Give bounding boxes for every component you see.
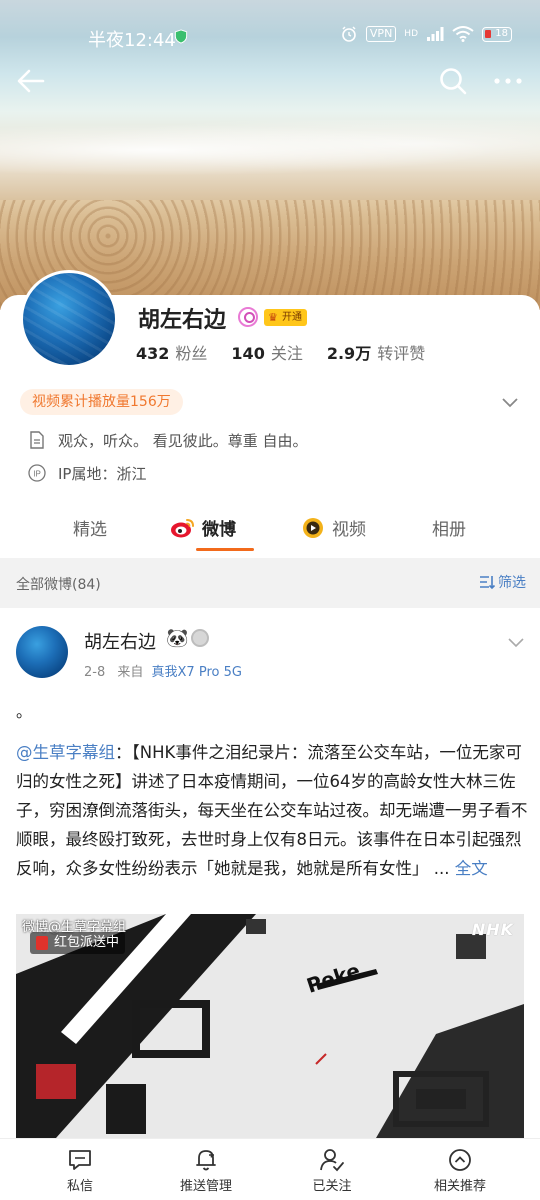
video-icon (303, 517, 323, 538)
related-recommend-label: 相关推荐 (433, 1179, 486, 1194)
battery-icon: 18 (482, 26, 512, 42)
stat-followers[interactable]: 432 粉丝 (136, 340, 207, 364)
posts-filter-bar: 全部微博(84) 筛选 (0, 558, 540, 608)
vpn-indicator: VPN (365, 26, 397, 42)
back-arrow-icon[interactable] (16, 66, 46, 96)
post-author-name[interactable]: 胡左右边 (84, 628, 156, 654)
vip-open-badge[interactable]: 开通 (264, 309, 307, 326)
svg-text:IP: IP (33, 470, 41, 479)
tab-video[interactable]: 视频 (300, 515, 366, 540)
status-time: 半夜12:44 (88, 30, 176, 51)
stat-number: 432 (136, 344, 170, 363)
post-meta: 2-8 来自 真我X7 Pro 5G (84, 661, 242, 680)
avatar[interactable] (20, 270, 118, 368)
chevron-down-icon[interactable] (506, 632, 526, 652)
post-author-avatar[interactable] (16, 626, 68, 678)
nhk-logo: NHK (471, 920, 514, 939)
user-check-icon (320, 1149, 344, 1172)
cover-surf (0, 120, 540, 180)
bio-row: 观众，听众。 看见彼此。尊重 自由。 (28, 429, 308, 451)
profile-name: 胡左右边 (138, 308, 227, 333)
message-button[interactable]: 私信 (20, 1147, 140, 1194)
stat-label: 粉丝 (175, 344, 208, 363)
ip-location-text: IP属地：浙江 (58, 464, 147, 483)
wifi-icon (452, 26, 474, 42)
filter-icon (480, 576, 496, 590)
ip-location-row: IP IP属地：浙江 (28, 462, 146, 484)
stat-interactions[interactable]: 2.9万 转评赞 (327, 340, 425, 364)
stat-following[interactable]: 140 关注 (231, 340, 302, 364)
all-posts-count: 全部微博(84) (16, 577, 101, 593)
stat-label: 转评赞 (377, 344, 426, 363)
shield-icon (174, 29, 188, 44)
tab-label: 视频 (332, 520, 366, 540)
mention-link[interactable]: @生草字幕组 (16, 743, 115, 762)
bio-text: 观众，听众。 看见彼此。尊重 自由。 (58, 431, 308, 450)
tab-label: 精选 (73, 520, 107, 540)
signal-icon (427, 27, 444, 41)
stat-label: 关注 (270, 344, 303, 363)
push-settings-label: 推送管理 (179, 1179, 232, 1194)
profile-tabs: 精选 微博 视频 相册 (0, 505, 540, 555)
bottom-action-bar: 私信 推送管理 已关注 相关推荐 (0, 1138, 540, 1200)
push-settings-button[interactable]: 推送管理 (146, 1147, 266, 1194)
document-icon (30, 431, 44, 449)
tab-label: 相册 (432, 520, 466, 540)
video-plays-badge[interactable]: 视频累计播放量156万 (20, 389, 183, 415)
post-from-label: 来自 (117, 665, 144, 680)
status-icons: VPN HD 18 (340, 25, 512, 43)
alarm-icon (342, 26, 356, 42)
related-recommend-button[interactable]: 相关推荐 (400, 1147, 520, 1194)
chevron-up-circle-icon (449, 1149, 471, 1171)
active-tab-indicator (196, 548, 254, 551)
search-icon[interactable] (438, 66, 468, 96)
profile-stats: 432 粉丝 140 关注 2.9万 转评赞 (136, 340, 449, 364)
message-label: 私信 (66, 1179, 93, 1194)
panda-emoji-badge: 🐼 (166, 628, 189, 649)
stat-number: 140 (231, 344, 265, 363)
weibo-logo-icon (171, 518, 194, 537)
post-video-thumbnail[interactable]: 微博@生草字幕组 红包派送中 NHK Peke (16, 914, 524, 1138)
ip-icon: IP (28, 464, 46, 482)
filter-label: 筛选 (498, 575, 526, 591)
status-bar: 半夜12:44 VPN HD 18 (0, 0, 540, 70)
following-button[interactable]: 已关注 (272, 1147, 392, 1194)
top-navigation (0, 62, 540, 102)
stat-number: 2.9万 (326, 344, 372, 363)
more-options-icon[interactable] (492, 66, 524, 96)
tab-album[interactable]: 相册 (432, 515, 466, 540)
filter-button[interactable]: 筛选 (478, 572, 526, 592)
post-content-prefix: 。 (16, 702, 33, 721)
post-body: ：【NHK事件之泪纪录片：流落至公交车站，一位无家可归的女性之死】讲述了日本疫情… (16, 743, 528, 878)
network-type: HD (404, 29, 418, 39)
post-date: 2-8 (84, 665, 106, 680)
medal-icon (191, 629, 209, 647)
tab-weibo[interactable]: 微博 (170, 515, 236, 540)
message-icon (69, 1150, 91, 1170)
bell-icon (196, 1150, 216, 1171)
tab-label: 微博 (202, 520, 236, 540)
chevron-down-icon[interactable] (500, 392, 520, 412)
following-label: 已关注 (312, 1179, 352, 1194)
tab-featured[interactable]: 精选 (73, 515, 107, 540)
verified-badge-icon[interactable] (238, 307, 258, 327)
post-device[interactable]: 真我X7 Pro 5G (152, 665, 242, 680)
red-packet-badge[interactable]: 红包派送中 (30, 932, 126, 954)
post-text: @生草字幕组：【NHK事件之泪纪录片：流落至公交车站，一位无家可归的女性之死】讲… (16, 738, 528, 883)
post-card[interactable]: 胡左右边 🐼 2-8 来自 真我X7 Pro 5G 。 @生草字幕组：【NHK事… (0, 608, 540, 1138)
full-text-link[interactable]: 全文 (455, 859, 488, 878)
